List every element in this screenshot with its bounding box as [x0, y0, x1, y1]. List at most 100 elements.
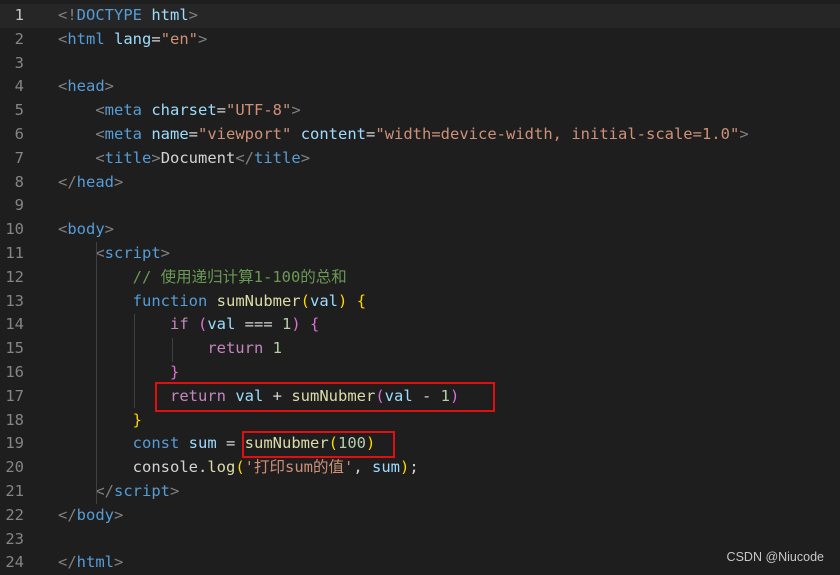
code-token: > [114, 505, 124, 524]
code-line[interactable]: 21 </script> [0, 480, 840, 504]
watermark: CSDN @Niucode [726, 550, 824, 564]
code-token: { [310, 315, 320, 334]
code-token: = [216, 101, 227, 120]
code-token: = [151, 29, 161, 48]
code-token: ( [300, 291, 310, 310]
line-code: <html lang="en"> [58, 28, 207, 52]
code-token: = [366, 125, 376, 143]
code-line[interactable]: 8 </head> [0, 171, 840, 195]
code-line[interactable]: 5 <meta charset="UTF-8"> [0, 99, 840, 123]
code-token: > [188, 6, 199, 24]
code-token: const [132, 434, 180, 453]
code-line[interactable]: 10 <body> [0, 218, 840, 242]
line-number: 4 [14, 77, 24, 96]
code-line[interactable]: 3 [0, 52, 840, 76]
code-line[interactable]: 7 <title>Document</title> [0, 147, 840, 171]
code-token: html [67, 29, 105, 48]
code-line[interactable]: 23 [0, 528, 840, 552]
code-token: name [151, 125, 189, 143]
code-token: val [310, 291, 338, 310]
code-token: } [132, 410, 142, 429]
code-token: > [160, 244, 171, 262]
code-token: script [114, 482, 170, 500]
code-token: script [104, 244, 161, 262]
line-code: <script> [58, 242, 170, 266]
code-token: < [58, 77, 68, 96]
code-token: lang [114, 29, 152, 48]
code-line[interactable]: 11 <script> [0, 242, 840, 266]
line-number: 24 [5, 553, 24, 572]
code-token: . [197, 458, 208, 477]
highlight-box-function-call [242, 431, 395, 458]
code-token: < [95, 148, 105, 167]
line-code: if (val === 1) { [58, 313, 319, 337]
code-token: "width=device-width, initial-scale=1.0" [375, 125, 740, 143]
code-line[interactable]: 20 console.log('打印sum的值', sum); [0, 456, 840, 480]
code-token: sum [372, 458, 401, 477]
code-token: < [95, 101, 105, 120]
line-code: </body> [58, 504, 123, 528]
code-line[interactable]: 22 </body> [0, 504, 840, 528]
line-number: 3 [14, 53, 24, 72]
code-line[interactable]: 1 <!DOCTYPE html> [0, 4, 840, 28]
line-code: } [58, 409, 142, 433]
code-token: function [132, 291, 208, 310]
code-token: if [169, 315, 189, 334]
code-line[interactable]: 2 <html lang="en"> [0, 28, 840, 52]
code-token: </ [58, 505, 77, 524]
code-token: html [76, 553, 114, 572]
code-line[interactable]: 6 <meta name="viewport" content="width=d… [0, 123, 840, 147]
code-token: = [188, 125, 199, 143]
code-line[interactable]: 9 [0, 194, 840, 218]
code-line[interactable]: 4 <head> [0, 75, 840, 99]
code-token: meta [104, 125, 142, 143]
code-token: > [198, 29, 208, 48]
code-line[interactable]: 14 if (val === 1) { [0, 313, 840, 337]
code-line[interactable]: 12 // 使用递归计算1-100的总和 [0, 266, 840, 290]
code-line[interactable]: 15 return 1 [0, 337, 840, 361]
line-number: 19 [5, 434, 24, 453]
code-token: "viewport" [198, 125, 292, 143]
line-number: 15 [5, 339, 24, 358]
code-token: '打印sum的值' [244, 458, 354, 477]
code-line[interactable]: 19 const sum = sumNubmer(100) [0, 432, 840, 456]
code-token: === [235, 315, 283, 334]
code-token: ) [291, 315, 301, 334]
code-token: return [207, 339, 264, 358]
code-editor[interactable]: 1 <!DOCTYPE html> 2 <html lang="en"> 3 4 <head… [0, 0, 840, 572]
code-token: charset [151, 101, 217, 120]
line-number: 9 [14, 196, 24, 215]
code-token: 1 [272, 339, 282, 358]
line-code: // 使用递归计算1-100的总和 [58, 266, 347, 290]
code-token: "UTF-8" [226, 101, 292, 120]
line-code: <body> [58, 218, 114, 242]
code-line[interactable]: 13 function sumNubmer(val) { [0, 290, 840, 314]
highlight-box-recursive-return [155, 382, 495, 412]
code-token: ( [198, 315, 208, 334]
code-token: log [207, 458, 236, 477]
code-token: </ [58, 172, 77, 191]
code-token: sum [188, 434, 217, 453]
code-token: html [151, 6, 189, 24]
code-token: ) [338, 291, 348, 310]
code-token: // 使用递归计算1-100的总和 [132, 267, 347, 286]
line-number: 1 [14, 6, 24, 24]
code-token: > [114, 172, 124, 191]
code-token: </ [235, 148, 255, 167]
code-token: title [104, 148, 152, 167]
code-line[interactable]: 24 </html> [0, 551, 840, 575]
code-line[interactable]: 18 } [0, 409, 840, 433]
line-code: </head> [58, 171, 123, 195]
code-token: < [58, 29, 68, 48]
code-token: body [76, 505, 114, 524]
